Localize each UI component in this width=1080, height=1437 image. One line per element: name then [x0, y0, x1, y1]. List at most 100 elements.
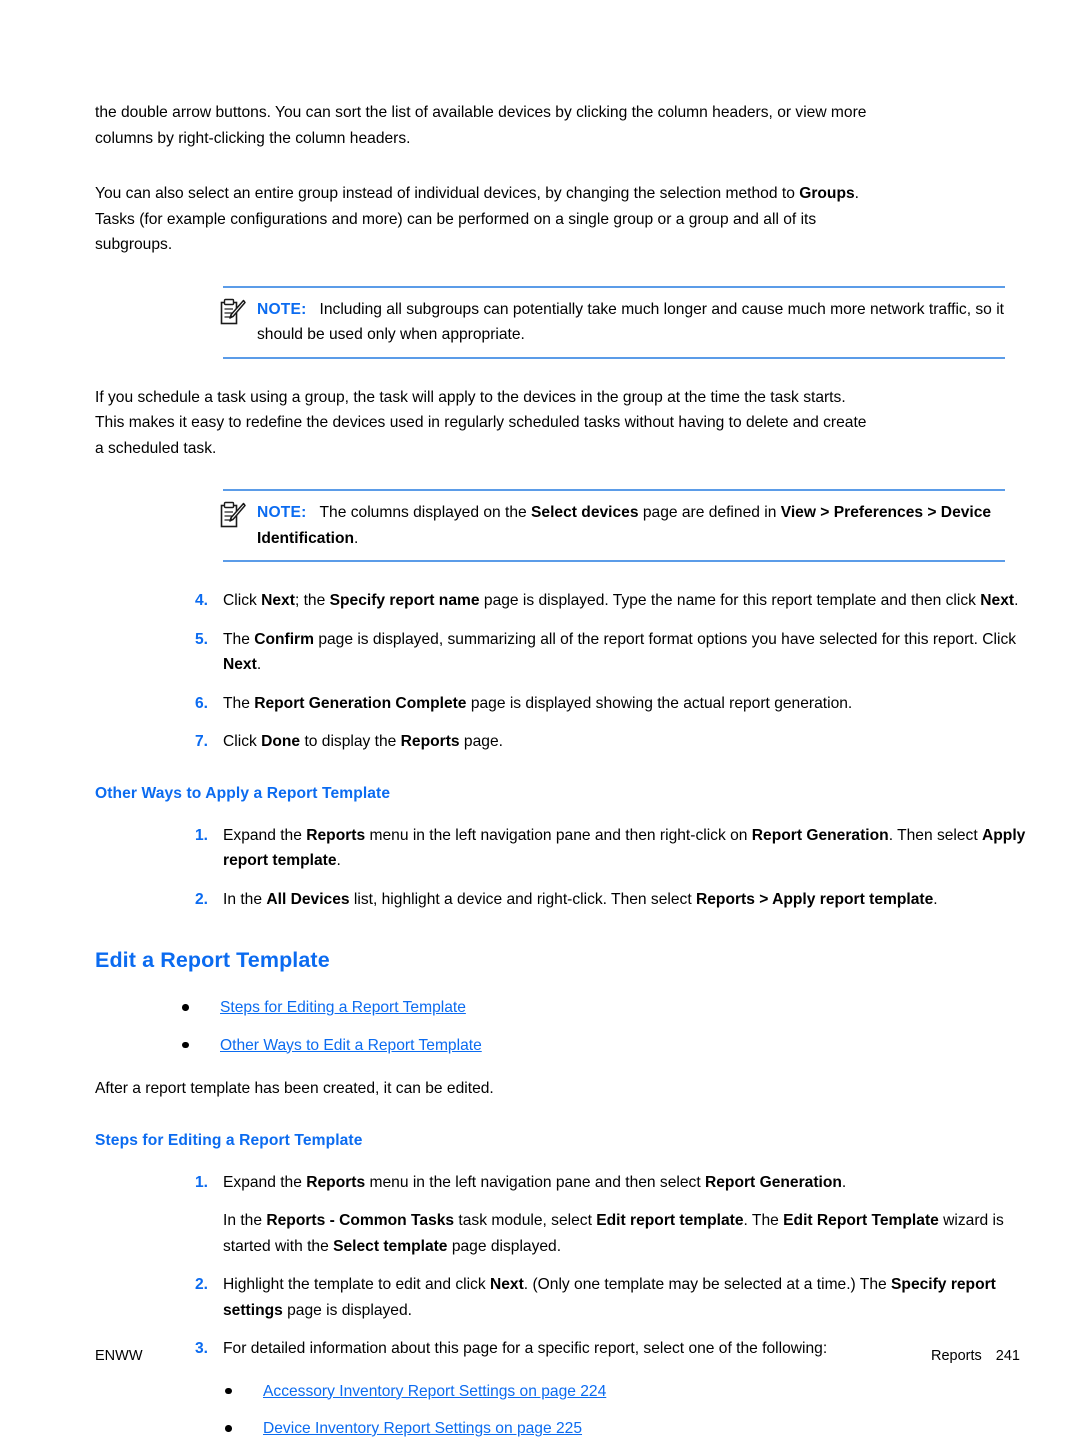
- bold-term: Reports - Common Tasks: [266, 1212, 455, 1229]
- text-segment: .: [933, 890, 938, 908]
- text-segment: page is displayed.: [282, 1301, 412, 1319]
- step-item: 2. In the All Devices list, highlight a …: [180, 887, 1048, 913]
- list-item: Device Inventory Report Settings on page…: [223, 1416, 1005, 1437]
- document-page: the double arrow buttons. You can sort t…: [0, 0, 1080, 1437]
- bold-term: Next: [223, 656, 257, 673]
- text-segment: page.: [459, 733, 503, 750]
- text-segment: .: [841, 1173, 847, 1191]
- bullet-dot-icon: [182, 1004, 189, 1011]
- text-segment: The: [223, 630, 255, 648]
- paragraph-schedule-task: If you schedule a task using a group, th…: [95, 388, 867, 457]
- text-segment: In the: [223, 890, 267, 908]
- bold-term: Select devices: [531, 504, 639, 521]
- heading-edit-a-report-template: Edit a Report Template: [95, 948, 330, 972]
- page-footer: ENWW Reports 241: [95, 1348, 1020, 1364]
- bold-term: Next: [980, 592, 1015, 609]
- bold-term: Reports: [400, 733, 460, 750]
- bold-term: Confirm: [254, 630, 314, 648]
- note-callout-columns: NOTE: The columns displayed on the Selec…: [220, 489, 1005, 562]
- step-number: 7.: [194, 733, 208, 750]
- text-segment: page is displayed, summarizing all of th…: [313, 630, 1017, 648]
- paragraph-continuation: the double arrow buttons. You can sort t…: [95, 104, 867, 147]
- step-item: 6. The Report Generation Complete page i…: [180, 691, 1048, 717]
- step-item: 2. Highlight the template to edit and cl…: [180, 1272, 1048, 1323]
- text-segment: The columns displayed on the: [319, 504, 532, 521]
- text-segment: . Then select: [888, 826, 983, 844]
- text-segment: . The: [743, 1212, 784, 1229]
- text-segment: . (Only one template may be selected at …: [523, 1276, 892, 1293]
- text-segment: menu in the left navigation pane and the…: [365, 1173, 705, 1191]
- bold-term: Next: [261, 592, 295, 609]
- text-segment: list, highlight a device and right-click…: [349, 890, 696, 908]
- text-segment: task module, select: [454, 1212, 597, 1229]
- bold-term: Report Generation: [705, 1173, 842, 1191]
- bold-term: Reports: [306, 1173, 366, 1191]
- list-item: Steps for Editing a Report Template: [180, 995, 1005, 1021]
- step-number: 2.: [194, 890, 208, 908]
- link-accessory-inventory-report-settings[interactable]: Accessory Inventory Report Settings on p…: [263, 1383, 606, 1400]
- link-device-inventory-report-settings[interactable]: Device Inventory Report Settings on page…: [263, 1420, 582, 1437]
- note-label: NOTE:: [257, 504, 307, 521]
- text-segment: to display the: [300, 733, 401, 750]
- heading-other-ways-apply: Other Ways to Apply a Report Template: [95, 784, 391, 802]
- footer-page-number: 241: [995, 1348, 1020, 1364]
- step-item: 5. The Confirm page is displayed, summar…: [180, 627, 1048, 678]
- step-number: 1.: [194, 826, 208, 844]
- step-item: 1. Expand the Reports menu in the left n…: [180, 1170, 1048, 1260]
- list-item: Other Ways to Edit a Report Template: [180, 1033, 1005, 1059]
- bold-term: Groups: [799, 185, 855, 202]
- text-segment: Click: [223, 592, 262, 609]
- step-number: 1.: [194, 1173, 208, 1191]
- link-steps-for-editing[interactable]: Steps for Editing a Report Template: [220, 999, 466, 1016]
- bold-term: Edit Report Template: [783, 1212, 939, 1229]
- text-segment: You can also select an entire group inst…: [95, 185, 800, 202]
- heading-steps-for-editing: Steps for Editing a Report Template: [95, 1131, 363, 1149]
- bold-term: Edit report template: [596, 1212, 744, 1229]
- note-text: Including all subgroups can potentially …: [257, 300, 1004, 344]
- bold-term: Report Generation: [751, 826, 889, 844]
- step-item: 7. Click Done to display the Reports pag…: [180, 729, 1048, 755]
- text-segment: Click: [223, 733, 262, 750]
- link-other-ways-to-edit[interactable]: Other Ways to Edit a Report Template: [220, 1037, 482, 1054]
- step-sub-paragraph: In the Reports - Common Tasks task modul…: [223, 1208, 1048, 1259]
- note-clipboard-pencil-icon: [220, 298, 246, 325]
- text-segment: Expand the: [223, 826, 307, 844]
- footer-right-group: Reports 241: [931, 1348, 1020, 1364]
- step-item: 1. Expand the Reports menu in the left n…: [180, 823, 1048, 874]
- step-number: 6.: [194, 694, 208, 712]
- text-segment: menu in the left navigation pane and the…: [365, 826, 752, 844]
- bold-term: Next: [489, 1276, 524, 1293]
- paragraph-group-selection: You can also select an entire group inst…: [95, 181, 877, 258]
- page-content: the double arrow buttons. You can sort t…: [95, 100, 1025, 1437]
- text-segment: The: [223, 694, 255, 712]
- bold-term: Specify report name: [329, 592, 480, 609]
- bold-term: All Devices: [266, 890, 350, 908]
- step-item: 4. Click Next; the Specify report name p…: [180, 588, 1048, 614]
- note-label: NOTE:: [257, 300, 307, 318]
- text-segment: ; the: [294, 592, 330, 609]
- report-settings-link-list: Accessory Inventory Report Settings on p…: [223, 1379, 1005, 1437]
- step-number: 5.: [194, 630, 208, 648]
- bold-term: Done: [261, 733, 301, 750]
- text-segment: page is displayed. Type the name for thi…: [479, 592, 981, 609]
- edit-template-link-list: Steps for Editing a Report Template Othe…: [180, 995, 1005, 1058]
- step-number: 2.: [194, 1276, 208, 1293]
- list-item: Accessory Inventory Report Settings on p…: [223, 1379, 1005, 1405]
- bold-term: Report Generation Complete: [254, 694, 467, 712]
- bold-term: Select template: [333, 1237, 448, 1255]
- text-segment: .: [1014, 592, 1019, 609]
- bold-term: Reports: [306, 826, 366, 844]
- note-callout-subgroups: NOTE: Including all subgroups can potent…: [220, 285, 1005, 359]
- bold-term: Reports > Apply report template: [696, 890, 934, 908]
- text-segment: Expand the: [223, 1173, 307, 1191]
- text-segment: .: [336, 852, 341, 869]
- bullet-dot-icon: [225, 1387, 232, 1394]
- note-clipboard-pencil-icon: [220, 501, 246, 528]
- footer-chapter-name: Reports: [931, 1348, 982, 1364]
- step-number: 4.: [194, 592, 208, 609]
- text-segment: page displayed.: [447, 1237, 562, 1255]
- text-segment: Highlight the template to edit and click: [223, 1276, 490, 1293]
- footer-locale-code: ENWW: [95, 1348, 143, 1364]
- text-segment: page is displayed showing the actual rep…: [466, 694, 853, 712]
- text-segment: page are defined in: [638, 504, 781, 521]
